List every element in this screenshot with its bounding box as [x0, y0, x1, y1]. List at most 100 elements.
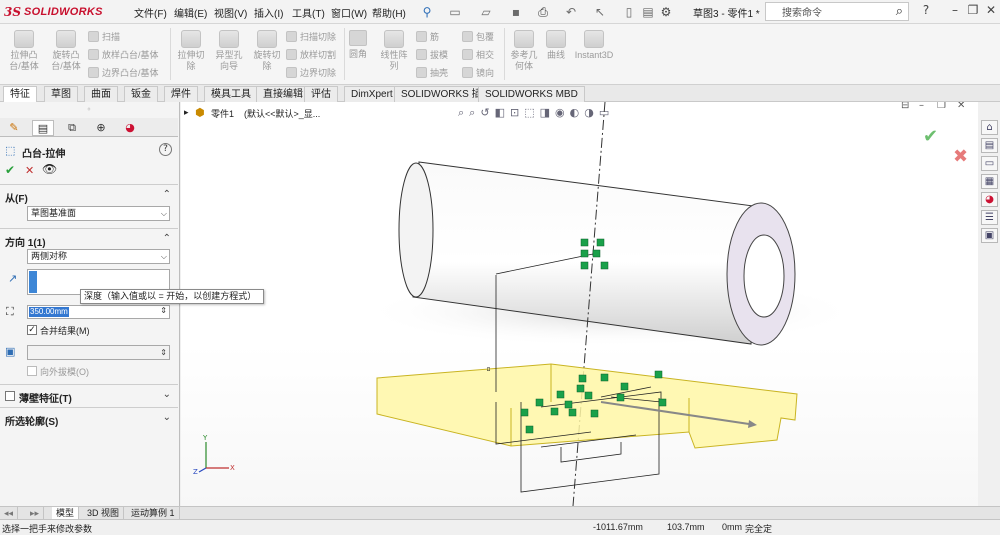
chevron-up-icon[interactable]: ⌃ — [163, 233, 171, 244]
tab-solidworks-mbd[interactable]: SOLIDWORKS MBD — [478, 86, 585, 102]
help-icon[interactable]: ? — [159, 143, 172, 156]
save-icon[interactable]: ▪ — [508, 4, 524, 20]
preview-eye-icon[interactable]: 👁 — [42, 162, 57, 176]
thin-feature-title[interactable]: 薄壁特征(T) — [19, 390, 72, 405]
direction-section-title[interactable]: 方向 1(1) — [5, 234, 46, 249]
revolve-cut-label2: 除 — [262, 61, 272, 71]
file-props-icon[interactable]: ▤ — [640, 4, 656, 20]
search-icon[interactable]: ⌕ — [896, 4, 903, 19]
close-button[interactable]: ✕ — [982, 3, 1000, 17]
revolve-boss-button[interactable]: 旋转凸 台/基体 — [46, 30, 86, 72]
graphics-area[interactable]: ▸ ⬢ 零件1 (默认<<默认>_显... ⌕ ⌕ ↺ ◧ ⊡ ⬚ ◨ ◉ ◐ … — [181, 102, 978, 506]
tab-mold-tools[interactable]: 模具工具 — [204, 86, 258, 102]
linear-pattern-label2: 列 — [389, 61, 399, 71]
feature-tree-tab-icon[interactable]: ✎ — [3, 120, 25, 136]
wrap-label: 包覆 — [476, 32, 495, 42]
feature-scope-select[interactable]: ⇕ — [27, 345, 170, 360]
configuration-tab-icon[interactable]: ⧉ — [61, 120, 83, 136]
instant3d-button[interactable]: Instant3D — [572, 30, 616, 61]
pin-icon[interactable]: ⚲ — [419, 4, 435, 20]
reference-geometry-button[interactable]: 参考几 何体 — [508, 30, 540, 72]
from-select[interactable]: 草图基准面 ⌵ — [27, 206, 170, 221]
loft-boss-button[interactable]: 放样凸台/基体 — [88, 48, 159, 61]
print-icon[interactable]: ⎙ — [535, 4, 551, 20]
rebuild-icon[interactable]: ▯ — [621, 4, 637, 20]
curves-label: 曲线 — [546, 50, 565, 60]
open-icon[interactable]: ▱ — [478, 4, 494, 20]
tab-sheet-metal[interactable]: 钣金 — [124, 86, 158, 102]
menu-window[interactable]: 窗口(W) — [331, 5, 367, 20]
chevron-down-icon: ⌵ — [160, 252, 167, 261]
home-icon[interactable]: ⌂ — [981, 120, 998, 135]
panel-collapse-handle[interactable]: ◦ — [84, 105, 94, 114]
curves-button[interactable]: 曲线 — [542, 30, 570, 61]
solidworks-logo[interactable]: 3S SOLIDWORKS — [4, 3, 116, 21]
tab-sketch[interactable]: 草图 — [44, 86, 78, 102]
property-manager-tab-icon[interactable]: ▤ — [32, 120, 54, 136]
revolve-cut-button[interactable]: 旋转切 除 — [248, 30, 286, 72]
restore-button[interactable]: ❐ — [964, 3, 982, 17]
tab-surfaces[interactable]: 曲面 — [84, 86, 118, 102]
appearance-tab-icon[interactable]: ◕ — [119, 120, 141, 136]
reverse-direction-icon[interactable]: ↗ — [8, 272, 17, 285]
menu-help[interactable]: 帮助(H) — [372, 5, 406, 20]
depth-input[interactable]: 350.00mm ⇕ — [27, 305, 170, 319]
shell-icon — [416, 67, 427, 78]
boundary-cut-button[interactable]: 边界切除 — [286, 66, 336, 79]
minimize-button[interactable]: – — [946, 3, 964, 17]
thin-feature-checkbox[interactable] — [5, 391, 15, 401]
cancel-x-icon[interactable]: ✕ — [25, 164, 34, 177]
draft-button[interactable]: 拔模 — [416, 48, 448, 61]
rib-button[interactable]: 筋 — [416, 30, 439, 43]
help-question-icon[interactable]: ? — [917, 3, 935, 17]
sweep-button[interactable]: 扫描 — [88, 30, 120, 43]
search-input[interactable]: 搜索命令 ⌕ — [765, 2, 909, 21]
depth-icon: ⛶ — [6, 305, 14, 318]
from-section-title[interactable]: 从(F) — [5, 190, 28, 205]
tab-dimxpert[interactable]: DimXpert — [344, 86, 400, 102]
swept-cut-button[interactable]: 扫描切除 — [286, 30, 336, 43]
chevron-down-icon[interactable]: ⌄ — [163, 389, 171, 400]
tab-evaluate[interactable]: 评估 — [304, 86, 338, 102]
resources-icon[interactable]: ▤ — [981, 138, 998, 153]
extrude-boss-button[interactable]: 拉伸凸 台/基体 — [4, 30, 44, 72]
extrude-preview[interactable] — [376, 363, 798, 449]
fillet-button[interactable]: 圆角 — [349, 30, 367, 60]
menu-edit[interactable]: 编辑(E) — [174, 5, 207, 20]
tab-direct-edit[interactable]: 直接编辑 — [256, 86, 310, 102]
menu-insert[interactable]: 插入(I) — [254, 5, 283, 20]
custom-props-icon[interactable]: ☰ — [981, 210, 998, 225]
view-palette-icon[interactable]: ▦ — [981, 174, 998, 189]
mirror-button[interactable]: 镜向 — [462, 66, 494, 79]
undo-icon[interactable]: ↶ — [563, 4, 579, 20]
ok-check-icon[interactable]: ✔ — [5, 163, 15, 177]
appearances-icon[interactable]: ◕ — [981, 192, 998, 207]
menu-file[interactable]: 文件(F) — [134, 5, 167, 20]
spin-arrows-icon[interactable]: ⇕ — [160, 306, 167, 315]
draft-outward-checkbox[interactable] — [27, 366, 37, 376]
chevron-up-icon[interactable]: ⌃ — [163, 189, 171, 200]
lofted-cut-button[interactable]: 放样切割 — [286, 48, 336, 61]
options-gear-icon[interactable]: ⚙ — [658, 4, 674, 20]
selected-contours-title[interactable]: 所选轮廓(S) — [5, 413, 58, 428]
boundary-boss-button[interactable]: 边界凸台/基体 — [88, 66, 159, 79]
direction-type-select[interactable]: 两侧对称 ⌵ — [27, 249, 170, 264]
hole-wizard-button[interactable]: 异型孔 向导 — [210, 30, 248, 72]
forum-icon[interactable]: ▣ — [981, 228, 998, 243]
extrude-cut-button[interactable]: 拉伸切 除 — [172, 30, 210, 72]
menu-tools[interactable]: 工具(T) — [292, 5, 325, 20]
chevron-down-icon[interactable]: ⌄ — [163, 412, 171, 423]
tab-weldments[interactable]: 焊件 — [164, 86, 198, 102]
linear-pattern-button[interactable]: 线性阵 列 — [378, 30, 410, 72]
menu-view[interactable]: 视图(V) — [214, 5, 247, 20]
dimxpert-tab-icon[interactable]: ⊕ — [90, 120, 112, 136]
merge-result-checkbox[interactable]: ✓ — [27, 325, 37, 335]
select-icon[interactable]: ↖ — [592, 4, 608, 20]
new-icon[interactable]: ▭ — [447, 4, 463, 20]
tab-features[interactable]: 特征 — [3, 86, 37, 102]
intersect-button[interactable]: 相交 — [462, 48, 494, 61]
wrap-button[interactable]: 包覆 — [462, 30, 494, 43]
folder-icon[interactable]: ▭ — [981, 156, 998, 171]
divider — [0, 228, 178, 229]
shell-button[interactable]: 抽壳 — [416, 66, 448, 79]
